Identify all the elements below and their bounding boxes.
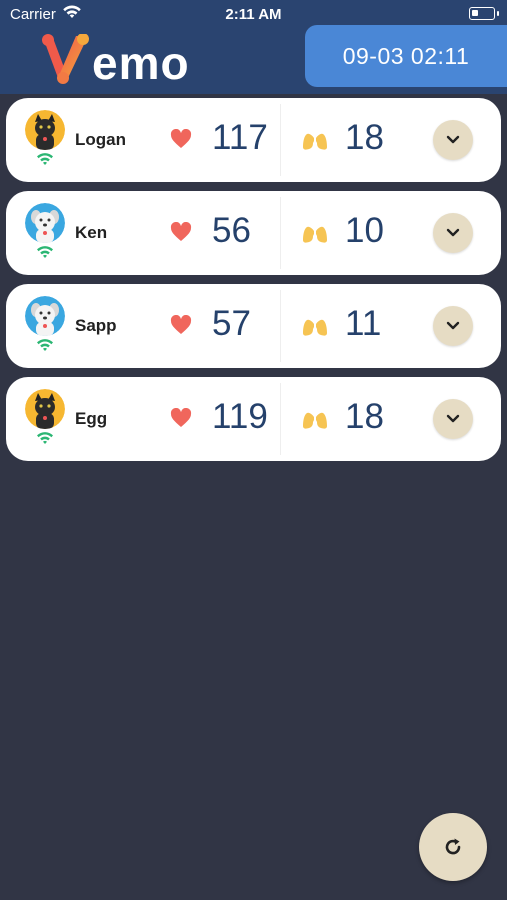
lungs-icon bbox=[302, 222, 328, 249]
respiratory-rate-value: 18 bbox=[345, 397, 384, 436]
expand-button[interactable] bbox=[433, 306, 473, 346]
refresh-icon bbox=[445, 838, 461, 855]
chevron-down-icon bbox=[446, 321, 460, 330]
respiratory-rate-value: 11 bbox=[345, 304, 382, 343]
divider bbox=[280, 197, 281, 269]
divider bbox=[280, 383, 281, 455]
clock: 2:11 AM bbox=[225, 6, 282, 23]
lungs-icon bbox=[302, 129, 328, 156]
wifi-icon bbox=[35, 338, 55, 357]
heart-rate-value: 119 bbox=[212, 397, 268, 436]
white-dog-avatar bbox=[25, 296, 65, 336]
battery-icon bbox=[469, 7, 499, 20]
pet-name: Sapp bbox=[75, 316, 117, 335]
heart-rate-value: 56 bbox=[212, 211, 251, 250]
pet-card[interactable]: Ken 56 10 bbox=[6, 191, 501, 275]
heart-rate-value: 57 bbox=[212, 304, 251, 343]
pet-card[interactable]: Egg 119 18 bbox=[6, 377, 501, 461]
respiratory-rate-value: 18 bbox=[345, 118, 384, 157]
heart-icon bbox=[170, 314, 192, 340]
lungs-icon bbox=[302, 315, 328, 342]
datetime-display: 09-03 02:11 bbox=[305, 25, 507, 87]
chevron-down-icon bbox=[446, 414, 460, 423]
heart-icon bbox=[170, 407, 192, 433]
logo-text: emo bbox=[92, 37, 190, 89]
chevron-down-icon bbox=[446, 228, 460, 237]
datetime-label: 09-03 02:11 bbox=[342, 42, 470, 69]
refresh-button[interactable] bbox=[419, 813, 487, 881]
pet-name: Ken bbox=[75, 223, 108, 242]
divider bbox=[280, 290, 281, 362]
pet-name: Egg bbox=[75, 409, 108, 428]
black-cat-avatar bbox=[25, 389, 65, 429]
expand-button[interactable] bbox=[433, 213, 473, 253]
expand-button[interactable] bbox=[433, 120, 473, 160]
heart-rate-value: 117 bbox=[212, 118, 268, 157]
vemo-logo: emo bbox=[40, 34, 210, 89]
pet-name: Logan bbox=[75, 130, 126, 149]
heart-icon bbox=[170, 128, 192, 154]
wifi-icon bbox=[35, 245, 55, 264]
pet-list: Logan 117 18 Ken 56 10 Sapp 57 11 Egg 11… bbox=[6, 98, 501, 470]
pet-card[interactable]: Sapp 57 11 bbox=[6, 284, 501, 368]
white-dog-avatar bbox=[25, 203, 65, 243]
pet-card[interactable]: Logan 117 18 bbox=[6, 98, 501, 182]
wifi-icon bbox=[35, 152, 55, 171]
status-bar: Carrier 2:11 AM bbox=[0, 0, 507, 28]
app-header: Carrier 2:11 AM emo 09-03 02:11 bbox=[0, 0, 507, 94]
chevron-down-icon bbox=[446, 135, 460, 144]
lungs-icon bbox=[302, 408, 328, 435]
logo-v-mark bbox=[42, 34, 89, 84]
heart-icon bbox=[170, 221, 192, 247]
expand-button[interactable] bbox=[433, 399, 473, 439]
wifi-icon bbox=[35, 431, 55, 450]
black-cat-avatar bbox=[25, 110, 65, 150]
respiratory-rate-value: 10 bbox=[345, 211, 384, 250]
divider bbox=[280, 104, 281, 176]
